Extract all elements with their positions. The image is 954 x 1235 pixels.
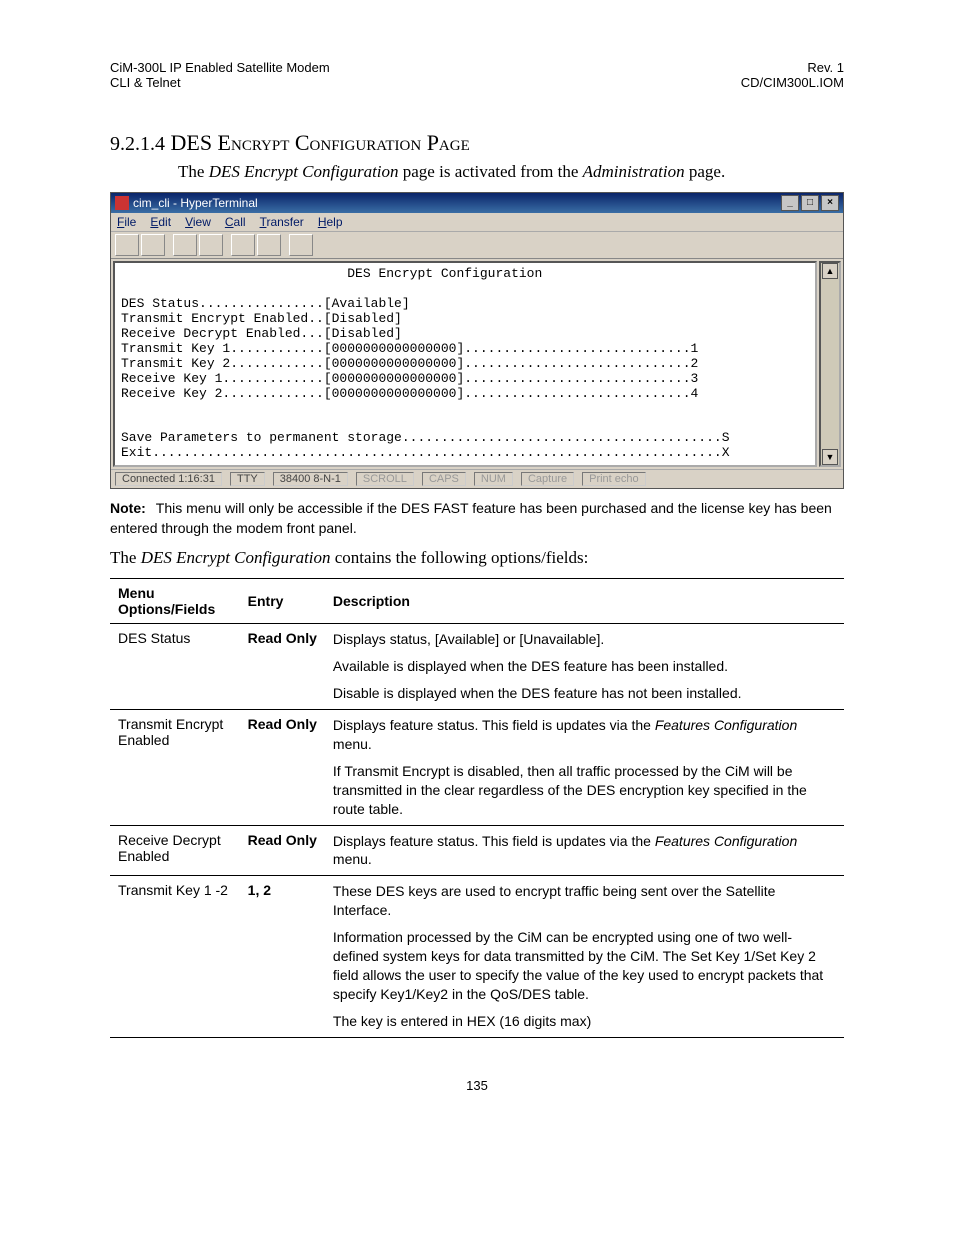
status-caps: CAPS [422, 472, 466, 486]
col-description: Description [325, 579, 844, 624]
toolbar-call-icon[interactable] [173, 234, 197, 256]
menu-help[interactable]: Help [318, 215, 343, 229]
status-tty: TTY [230, 472, 265, 486]
toolbar-hangup-icon[interactable] [199, 234, 223, 256]
cell-entry: Read Only [240, 710, 325, 825]
header-left-2: CLI & Telnet [110, 75, 330, 90]
toolbar-props-icon[interactable] [289, 234, 313, 256]
note-paragraph: Note:This menu will only be accessible i… [110, 499, 844, 538]
cell-desc: Displays feature status. This field is u… [325, 710, 844, 825]
note-text: This menu will only be accessible if the… [110, 500, 832, 536]
hyperterminal-window: cim_cli - HyperTerminal _ □ × File Edit … [110, 192, 844, 489]
running-header: CiM-300L IP Enabled Satellite Modem CLI … [110, 60, 844, 90]
ht-toolbar [111, 232, 843, 259]
menu-transfer[interactable]: Transfer [260, 215, 304, 229]
cell-field: Receive Decrypt Enabled [110, 825, 240, 876]
toolbar-open-icon[interactable] [141, 234, 165, 256]
cell-desc: Displays status, [Available] or [Unavail… [325, 624, 844, 710]
status-scroll: SCROLL [356, 472, 414, 486]
header-left-1: CiM-300L IP Enabled Satellite Modem [110, 60, 330, 75]
status-capture: Capture [521, 472, 574, 486]
table-row: Transmit Encrypt Enabled Read Only Displ… [110, 710, 844, 825]
terminal-pane[interactable]: DES Encrypt Configuration DES Status....… [113, 261, 817, 467]
table-row: Receive Decrypt Enabled Read Only Displa… [110, 825, 844, 876]
section-number: 9.2.1.4 [110, 133, 165, 155]
toolbar-send-icon[interactable] [231, 234, 255, 256]
header-right-1: Rev. 1 [741, 60, 844, 75]
status-printecho: Print echo [582, 472, 646, 486]
cell-field: Transmit Key 1 -2 [110, 876, 240, 1037]
menu-view[interactable]: View [185, 215, 211, 229]
maximize-button[interactable]: □ [801, 195, 819, 211]
toolbar-receive-icon[interactable] [257, 234, 281, 256]
cell-entry: 1, 2 [240, 876, 325, 1037]
cell-entry: Read Only [240, 624, 325, 710]
ht-title: cim_cli - HyperTerminal [133, 196, 258, 210]
section-title-text: DES Encrypt Configuration Page [171, 130, 470, 155]
ht-titlebar: cim_cli - HyperTerminal _ □ × [111, 193, 843, 213]
cell-field: DES Status [110, 624, 240, 710]
scroll-up-icon[interactable]: ▲ [822, 263, 838, 279]
cell-entry: Read Only [240, 825, 325, 876]
cell-field: Transmit Encrypt Enabled [110, 710, 240, 825]
status-num: NUM [474, 472, 513, 486]
status-connected: Connected 1:16:31 [115, 472, 222, 486]
ht-menubar: File Edit View Call Transfer Help [111, 213, 843, 232]
menu-file[interactable]: File [117, 215, 136, 229]
cell-desc: Displays feature status. This field is u… [325, 825, 844, 876]
section-heading: 9.2.1.4 DES Encrypt Configuration Page [110, 130, 844, 156]
app-icon [115, 196, 129, 210]
cell-desc: These DES keys are used to encrypt traff… [325, 876, 844, 1037]
col-menu-options: Menu Options/Fields [110, 579, 240, 624]
intro-paragraph: The DES Encrypt Configuration page is ac… [178, 162, 844, 182]
menu-edit[interactable]: Edit [150, 215, 171, 229]
status-baud: 38400 8-N-1 [273, 472, 348, 486]
table-row: Transmit Key 1 -2 1, 2 These DES keys ar… [110, 876, 844, 1037]
col-entry: Entry [240, 579, 325, 624]
ht-statusbar: Connected 1:16:31 TTY 38400 8-N-1 SCROLL… [111, 469, 843, 488]
options-table: Menu Options/Fields Entry Description DE… [110, 578, 844, 1037]
table-header-row: Menu Options/Fields Entry Description [110, 579, 844, 624]
minimize-button[interactable]: _ [781, 195, 799, 211]
close-button[interactable]: × [821, 195, 839, 211]
scrollbar[interactable]: ▲ ▼ [819, 261, 841, 467]
lead-paragraph-2: The DES Encrypt Configuration contains t… [110, 548, 844, 568]
menu-call[interactable]: Call [225, 215, 246, 229]
table-row: DES Status Read Only Displays status, [A… [110, 624, 844, 710]
toolbar-new-icon[interactable] [115, 234, 139, 256]
page-number: 135 [110, 1078, 844, 1093]
scroll-down-icon[interactable]: ▼ [822, 449, 838, 465]
header-right-2: CD/CIM300L.IOM [741, 75, 844, 90]
note-label: Note: [110, 500, 156, 516]
